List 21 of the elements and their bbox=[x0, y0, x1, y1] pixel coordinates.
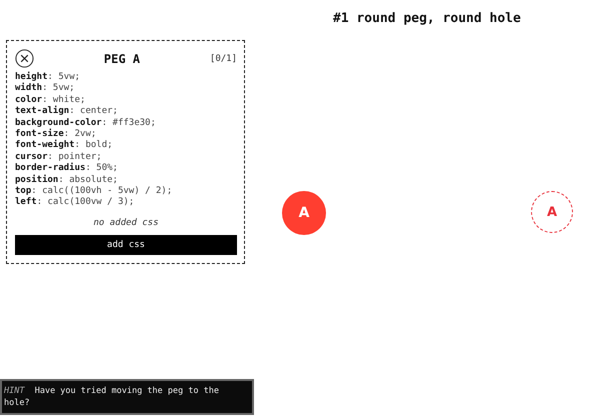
css-declaration: font-size: 2vw; bbox=[15, 129, 98, 140]
css-declaration: height: 5vw; bbox=[15, 72, 82, 82]
css-declaration: cursor: pointer; bbox=[15, 152, 103, 162]
css-declaration: position: absolute; bbox=[15, 174, 119, 186]
hole: A bbox=[531, 191, 573, 233]
added-css-note: no added css bbox=[92, 218, 160, 228]
add-css-button[interactable]: add css bbox=[15, 234, 237, 255]
css-declaration: font-weight: bold; bbox=[15, 140, 114, 152]
css-declaration: border-radius: 50%; bbox=[15, 163, 119, 174]
peg[interactable]: A bbox=[282, 191, 326, 235]
css-declaration: top: calc((100vh - 5vw) / 2); bbox=[15, 186, 174, 197]
css-declaration: color: white; bbox=[15, 94, 86, 106]
css-declaration: width: 5vw; bbox=[15, 83, 76, 95]
css-declaration: background-color: #ff3e30; bbox=[15, 118, 157, 128]
css-declaration: left: calc(100vw / 3); bbox=[15, 197, 136, 209]
panel-title: PEG A bbox=[104, 52, 140, 66]
hint-text: HINT Have you tried moving the peg to the hole? bbox=[4, 385, 220, 409]
counter: [0/1] bbox=[210, 54, 237, 64]
level-title: #1 round peg, round hole bbox=[333, 11, 521, 26]
css-declaration: text-align: center; bbox=[15, 106, 119, 118]
close-icon[interactable] bbox=[15, 49, 34, 68]
